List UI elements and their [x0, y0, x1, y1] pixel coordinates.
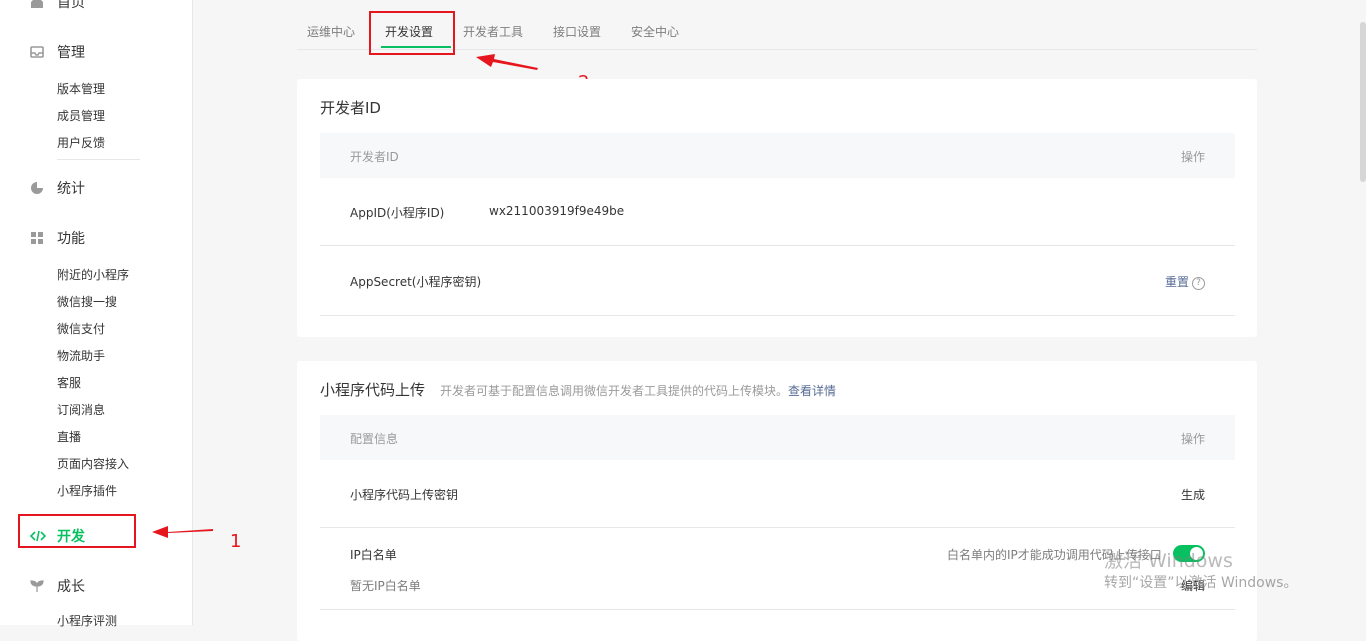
table-row: IP白名单 暂无IP白名单 白名单内的IP才能成功调用代码上传接口 编辑: [320, 528, 1235, 610]
card-description-text: 开发者可基于配置信息调用微信开发者工具提供的代码上传模块。: [440, 384, 789, 398]
sprout-icon: [30, 579, 44, 593]
sidebar-item-manage[interactable]: 管理: [30, 42, 85, 62]
ip-whitelist-empty: 暂无IP白名单: [350, 579, 421, 593]
inbox-icon: [30, 45, 44, 59]
sidebar-item-user-feedback[interactable]: 用户反馈: [57, 134, 105, 151]
home-icon: [30, 0, 44, 9]
tab-dev-tools[interactable]: 开发者工具: [463, 23, 523, 40]
dev-id-card: 开发者ID 开发者ID 操作 AppID(小程序ID) wx211003919f…: [297, 79, 1257, 337]
code-upload-card: 小程序代码上传 开发者可基于配置信息调用微信开发者工具提供的代码上传模块。查看详…: [297, 361, 1257, 641]
sidebar-item-live[interactable]: 直播: [57, 428, 81, 445]
sidebar-item-features[interactable]: 功能: [30, 228, 85, 248]
tab-security-center[interactable]: 安全中心: [631, 23, 679, 40]
scrollbar[interactable]: [1360, 22, 1366, 182]
sidebar-item-label: 成长: [57, 579, 85, 595]
upload-key-label: 小程序代码上传密钥: [350, 488, 459, 502]
sidebar-item-pay[interactable]: 微信支付: [57, 320, 105, 337]
sidebar-item-nearby[interactable]: 附近的小程序: [57, 266, 129, 283]
sidebar-item-growth[interactable]: 成长: [30, 576, 85, 596]
sidebar-item-label: 开发: [57, 529, 85, 545]
tab-ops-center[interactable]: 运维中心: [307, 23, 355, 40]
sidebar-item-search[interactable]: 微信搜一搜: [57, 293, 117, 310]
main-content: 运维中心 开发设置 开发者工具 接口设置 安全中心 2 开发者ID 开发者ID …: [192, 0, 1366, 641]
sidebar-item-develop[interactable]: 开发: [29, 526, 85, 546]
pie-chart-icon: [30, 181, 44, 195]
annotation-arrow-2: [476, 54, 538, 70]
sidebar-divider: [57, 159, 140, 160]
sidebar-item-page-content[interactable]: 页面内容接入: [57, 455, 129, 472]
sidebar-item-home[interactable]: 首页: [30, 0, 85, 12]
appsecret-reset: 重置?: [1165, 273, 1205, 290]
table-header-cell: 操作: [1180, 432, 1205, 446]
card-title: 小程序代码上传: [320, 381, 426, 399]
tab-api-settings[interactable]: 接口设置: [553, 23, 601, 40]
sidebar-item-evaluation[interactable]: 小程序评测: [57, 612, 117, 629]
windows-activation-watermark: 激活 Windows: [1104, 550, 1233, 572]
generate-link[interactable]: 生成: [1181, 486, 1205, 503]
appsecret-label: AppSecret(小程序密钥): [350, 275, 482, 289]
sidebar-item-member-manage[interactable]: 成员管理: [57, 107, 105, 124]
sidebar-item-label: 管理: [57, 45, 85, 61]
windows-activation-hint: 转到“设置”以激活 Windows。: [1104, 575, 1298, 591]
view-details-link[interactable]: 查看详情: [788, 384, 836, 398]
tab-bar: 运维中心 开发设置 开发者工具 接口设置 安全中心: [297, 0, 1257, 55]
reset-link[interactable]: 重置: [1165, 275, 1189, 289]
sidebar-item-logistics[interactable]: 物流助手: [57, 347, 105, 364]
card-title: 开发者ID: [320, 99, 381, 117]
table-row: AppID(小程序ID) wx211003919f9e49be: [320, 178, 1235, 246]
table-row: AppSecret(小程序密钥) 重置?: [320, 246, 1235, 316]
grid-icon: [30, 231, 44, 245]
appid-value: wx211003919f9e49be: [489, 204, 625, 218]
sidebar-item-version-manage[interactable]: 版本管理: [57, 80, 105, 97]
table-header: 开发者ID 操作: [320, 133, 1235, 178]
table-row: 小程序代码上传密钥 生成: [320, 460, 1235, 528]
annotation-box-tab: [369, 11, 455, 55]
sidebar-item-stats[interactable]: 统计: [30, 178, 85, 198]
sidebar-item-label: 统计: [57, 181, 85, 197]
sidebar-item-customer-service[interactable]: 客服: [57, 374, 81, 391]
sidebar-item-label: 首页: [57, 0, 85, 11]
sidebar-item-plugin[interactable]: 小程序插件: [57, 482, 117, 499]
code-icon: [29, 529, 47, 543]
sidebar-item-label: 功能: [57, 231, 85, 247]
appid-label: AppID(小程序ID): [350, 206, 445, 220]
card-description: 开发者可基于配置信息调用微信开发者工具提供的代码上传模块。查看详情: [440, 382, 836, 399]
help-icon[interactable]: ?: [1192, 277, 1205, 290]
table-header-cell: 开发者ID: [350, 150, 399, 164]
table-header: 配置信息 操作: [320, 415, 1235, 460]
ip-whitelist-label: IP白名单: [350, 548, 397, 562]
table-header-cell: 操作: [1180, 150, 1205, 164]
sidebar-item-subscribe-msg[interactable]: 订阅消息: [57, 401, 105, 418]
table-header-cell: 配置信息: [350, 432, 399, 446]
